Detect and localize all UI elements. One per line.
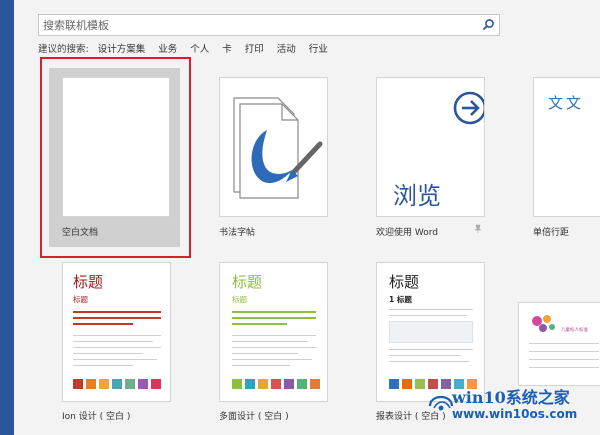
template-caption: 单倍行距 bbox=[533, 228, 570, 238]
facet-accent-line bbox=[232, 323, 287, 325]
text-line bbox=[232, 365, 290, 366]
text-line bbox=[73, 347, 161, 348]
text-line bbox=[73, 365, 133, 366]
partial-template-thumbnail[interactable]: 儿童标人标准 bbox=[518, 302, 600, 386]
suggested-item-industry[interactable]: 行业 bbox=[309, 41, 328, 55]
browse-text: 浏览 bbox=[393, 182, 441, 210]
suggested-item-design-sets[interactable]: 设计方案集 bbox=[98, 41, 146, 55]
search-input[interactable] bbox=[39, 15, 475, 35]
template-caption: 多面设计 ( 空白 ) bbox=[219, 412, 289, 422]
text-line bbox=[232, 335, 316, 336]
template-search-box bbox=[38, 14, 500, 36]
swatch bbox=[245, 379, 255, 389]
swatch bbox=[151, 379, 161, 389]
window-edge-strip bbox=[0, 0, 14, 435]
suggested-item-cards[interactable]: 卡 bbox=[222, 41, 232, 55]
swatch bbox=[310, 379, 320, 389]
swatch bbox=[232, 379, 242, 389]
suggested-item-personal[interactable]: 个人 bbox=[190, 41, 209, 55]
text-line bbox=[389, 361, 469, 362]
template-caption: 欢迎使用 Word bbox=[376, 228, 438, 238]
swatch bbox=[271, 379, 281, 389]
single-spacing-thumbnail[interactable]: 文文 bbox=[533, 77, 600, 217]
thumb-title: 标题 bbox=[232, 273, 263, 291]
swatch bbox=[138, 379, 148, 389]
pin-icon[interactable] bbox=[474, 224, 482, 237]
text-line bbox=[73, 353, 143, 354]
thumb-subtitle: 标题 bbox=[232, 295, 247, 304]
text-line bbox=[389, 355, 461, 356]
suggested-item-print[interactable]: 打印 bbox=[245, 41, 264, 55]
swatch bbox=[402, 379, 412, 389]
swatch bbox=[258, 379, 268, 389]
color-swatches bbox=[73, 379, 164, 389]
facet-accent-line bbox=[232, 317, 316, 319]
text-line bbox=[389, 349, 473, 350]
swatch bbox=[284, 379, 294, 389]
swatch bbox=[86, 379, 96, 389]
suggested-searches-label: 建议的搜索: bbox=[38, 44, 89, 55]
ion-thumbnail[interactable]: 标题 标题 bbox=[62, 262, 171, 402]
text-line bbox=[232, 347, 316, 348]
suggested-item-business[interactable]: 业务 bbox=[158, 41, 177, 55]
text-line bbox=[73, 335, 161, 336]
text-line bbox=[389, 315, 467, 316]
thumb-title: 标题 bbox=[73, 273, 104, 291]
swatch bbox=[73, 379, 83, 389]
welcome-thumbnail[interactable]: 浏览 bbox=[376, 77, 485, 217]
thumb-subtitle: 标题 bbox=[73, 295, 88, 304]
grid-line bbox=[529, 367, 599, 368]
swatch bbox=[297, 379, 307, 389]
report-chart-block bbox=[389, 321, 473, 343]
partial-thumb-heading: 儿童标人标准 bbox=[561, 328, 588, 333]
selection-highlight-frame bbox=[40, 57, 191, 258]
grid-line bbox=[529, 343, 599, 344]
template-caption: 书法字帖 bbox=[219, 228, 256, 238]
ion-accent-line bbox=[73, 323, 133, 325]
thumb-heading-text: 文文 bbox=[548, 94, 585, 112]
swatch bbox=[99, 379, 109, 389]
facet-accent-line bbox=[232, 311, 316, 313]
flower-decoration-icon bbox=[532, 315, 555, 332]
ion-accent-line bbox=[73, 317, 161, 319]
grid-line bbox=[529, 351, 599, 352]
swatch bbox=[112, 379, 122, 389]
swatch bbox=[125, 379, 135, 389]
grid-line bbox=[529, 359, 599, 360]
suggested-item-events[interactable]: 活动 bbox=[277, 41, 296, 55]
calligraphy-thumbnail[interactable] bbox=[219, 77, 328, 217]
text-line bbox=[389, 309, 473, 310]
swatch bbox=[415, 379, 425, 389]
site-watermark: win10系统之家 www.win10os.com bbox=[426, 380, 600, 435]
search-icon[interactable] bbox=[480, 17, 496, 33]
ion-accent-line bbox=[73, 311, 161, 313]
text-line bbox=[73, 341, 153, 342]
facet-thumbnail[interactable]: 标题 标题 bbox=[219, 262, 328, 402]
calligraphy-document-icon bbox=[233, 97, 323, 199]
color-swatches bbox=[232, 379, 323, 389]
text-line bbox=[232, 359, 312, 360]
text-line bbox=[232, 341, 308, 342]
thumb-title: 标题 bbox=[389, 273, 420, 291]
watermark-title: win10系统之家 bbox=[452, 388, 570, 407]
thumb-subtitle: 1 标题 bbox=[389, 295, 412, 304]
watermark-url: www.win10os.com bbox=[452, 407, 578, 421]
text-line bbox=[232, 353, 298, 354]
text-line bbox=[73, 359, 157, 360]
suggested-searches: 建议的搜索: 设计方案集 业务 个人 卡 打印 活动 行业 bbox=[38, 41, 341, 55]
swatch bbox=[389, 379, 399, 389]
template-caption: Ion 设计 ( 空白 ) bbox=[62, 412, 131, 422]
